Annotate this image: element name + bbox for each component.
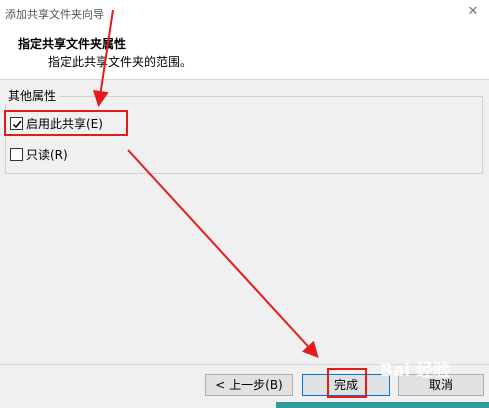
watermark: Bai 经验 <box>380 361 451 381</box>
arrow-to-enable-share <box>92 9 114 107</box>
arrow-to-finish <box>127 149 319 358</box>
annotation-arrows <box>92 9 319 358</box>
